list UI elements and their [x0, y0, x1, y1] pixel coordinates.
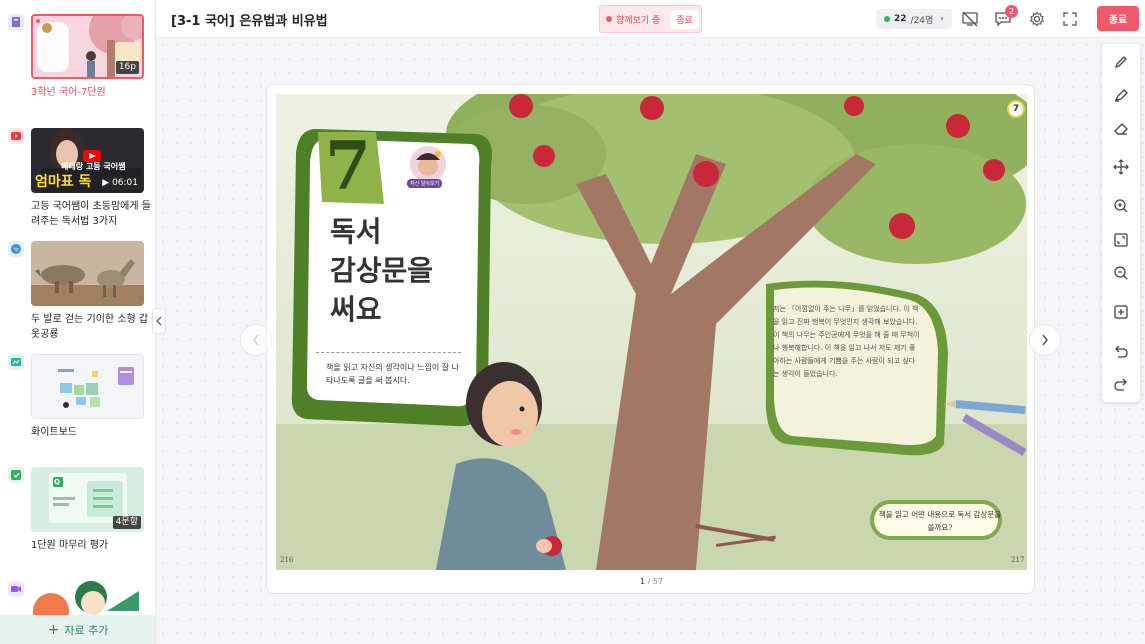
end-together-button[interactable]: 종료 [670, 9, 699, 29]
pen-icon[interactable] [1112, 53, 1130, 71]
chevron-right-icon: › [940, 14, 944, 24]
chevron-left-icon [156, 316, 162, 326]
add-page-icon[interactable] [1112, 303, 1130, 321]
sidebar-item-title: 두 발로 걷는 기이한 소형 갑옷공룡 [31, 314, 149, 340]
chapter-number: 7 [325, 127, 371, 205]
watch-together-label: 함께보기 중 [616, 15, 661, 26]
header: [3-1 국어] 은유법과 비유법 함께보기 중 종료 22 /24명 › 2 … [156, 0, 1145, 38]
thumbnail[interactable] [31, 354, 144, 419]
textbook-spread: 7 자신 알아보기 독서 감상문을 써요 책을 읽고 자신의 생각이나 느낌이 … [276, 94, 1027, 570]
svg-text:베테랑 고등 국어쌤: 베테랑 고등 국어쌤 [61, 161, 125, 171]
svg-text:엄마표 독: 엄마표 독 [35, 174, 92, 190]
chat-icon[interactable]: 2 [994, 5, 1018, 28]
left-page-number: 216 [280, 556, 294, 564]
viewer-canvas: 7 자신 알아보기 독서 감상문을 써요 책을 읽고 자신의 생각이나 느낌이 … [156, 38, 1145, 644]
video-icon [8, 581, 24, 597]
participants-total: /24명 [910, 15, 934, 26]
add-material-button[interactable]: + 자료 추가 [0, 615, 155, 644]
sidebar-item-title: 고등 국어쌤이 초등맘에게 들려주는 독서법 3가지 [31, 201, 151, 227]
thumbnail[interactable]: Q 4문항 [31, 467, 144, 532]
fullscreen-icon[interactable] [1061, 10, 1079, 28]
thumbnail[interactable]: 16p [31, 14, 144, 79]
whiteboard-icon [8, 354, 24, 370]
move-icon[interactable] [1112, 158, 1130, 176]
zoom-out-icon[interactable] [1112, 264, 1130, 282]
plus-icon: + [47, 621, 60, 638]
corner-chapter-badge: 7 [1007, 100, 1025, 118]
question-count-badge: 4문항 [112, 516, 141, 529]
page-count-badge: 16p [115, 61, 139, 74]
chapter-subtitle: 책을 읽고 자신의 생각이나 느낌이 잘 나타나도록 글을 써 봅시다. [326, 363, 460, 385]
book-icon [8, 14, 24, 30]
thumbnail[interactable]: 베테랑 고등 국어쌤 엄마표 독 ▶ 06:01 [31, 128, 144, 193]
speech-bubble-text: 저는 「아낌없이 주는 나무」를 읽었습니다. 이 책을 읽고 진짜 행복이 무… [773, 305, 920, 378]
recording-dot-icon [606, 16, 612, 22]
quiz-letter: Q [54, 478, 60, 486]
character-label: 자신 알아보기 [407, 179, 443, 188]
youtube-icon [8, 128, 24, 144]
collapse-sidebar-button[interactable] [152, 308, 166, 334]
add-material-label: 자료 추가 [64, 623, 109, 637]
thumbnail[interactable] [31, 241, 144, 306]
next-page-button[interactable] [1029, 324, 1061, 356]
participants-current: 22 [894, 14, 907, 24]
exit-button[interactable]: 종료 [1097, 6, 1139, 31]
duration-badge: ▶ 06:01 [99, 177, 141, 190]
quiz-icon [8, 467, 24, 483]
sidebar-item-title: 3학년 국어-7단원 [31, 87, 106, 98]
watch-together-indicator: 함께보기 중 종료 [599, 5, 702, 33]
highlighter-icon[interactable] [1112, 86, 1130, 104]
question-text: 책을 읽고 어떤 내용으로 독서 감상문을 쓸까요? [878, 510, 1002, 532]
notification-badge: 2 [1005, 5, 1018, 18]
zoom-in-icon[interactable] [1112, 197, 1130, 215]
globe-icon [8, 241, 24, 257]
drawing-toolbar [1102, 44, 1140, 402]
undo-icon[interactable] [1112, 342, 1130, 360]
eraser-icon[interactable] [1112, 120, 1130, 138]
right-page-number: 217 [1011, 556, 1025, 564]
chevron-left-icon [253, 334, 259, 346]
fit-screen-icon[interactable] [1112, 231, 1130, 249]
page-title: [3-1 국어] 은유법과 비유법 [171, 14, 328, 29]
prev-page-button[interactable] [240, 324, 272, 356]
page-indicator: 1 / 57 [639, 577, 664, 586]
book-page: 7 자신 알아보기 독서 감상문을 써요 책을 읽고 자신의 생각이나 느낌이 … [266, 84, 1035, 594]
gear-icon[interactable] [1028, 10, 1046, 28]
chapter-title: 독서 감상문을 써요 [330, 215, 434, 326]
sidebar-item-title: 화이트보드 [31, 427, 77, 438]
chevron-right-icon [1042, 334, 1048, 346]
participants-button[interactable]: 22 /24명 › [876, 9, 952, 29]
sidebar: 16p 3학년 국어-7단원 베테랑 고등 국어쌤 엄마표 독 ▶ 06:01 … [0, 0, 156, 644]
screen-share-off-icon[interactable] [961, 10, 979, 28]
sidebar-item-title: 1단원 마무리 평가 [31, 540, 109, 551]
online-dot-icon [884, 16, 890, 22]
redo-icon[interactable] [1112, 375, 1130, 393]
